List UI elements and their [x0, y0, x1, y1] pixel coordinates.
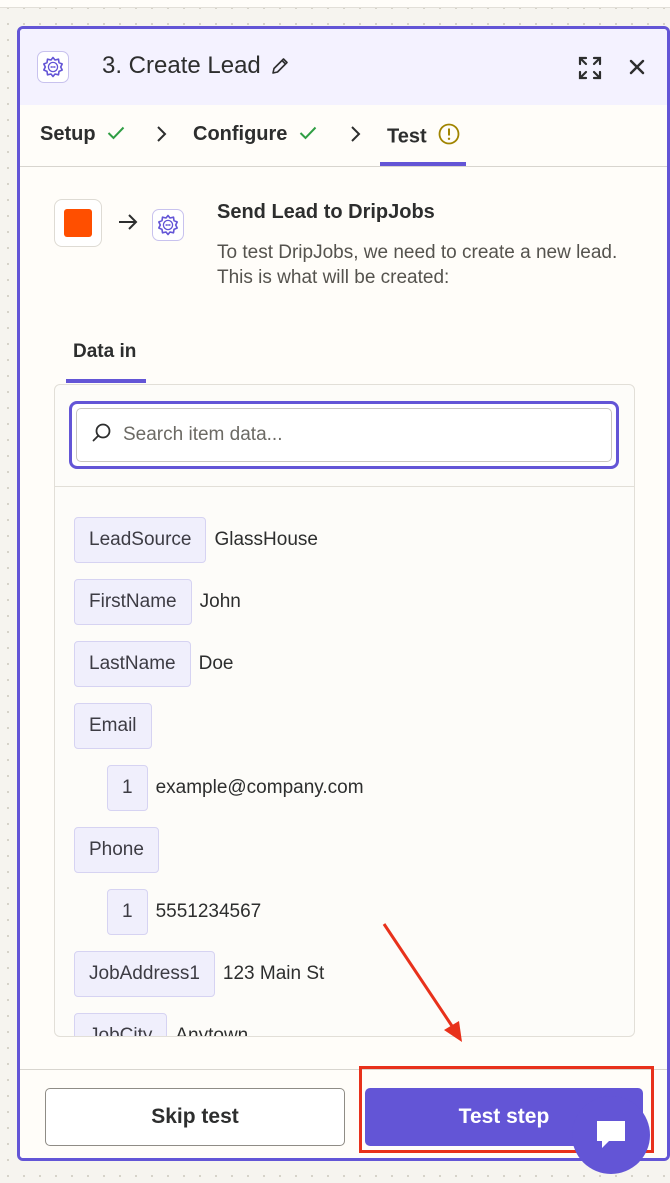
tab-data-in[interactable]: Data in: [73, 341, 136, 363]
field-key-chip[interactable]: JobAddress1: [74, 951, 215, 997]
search-box: [69, 401, 619, 469]
field-value: Doe: [198, 653, 234, 674]
field-value: GlassHouse: [214, 529, 318, 550]
pencil-icon[interactable]: [270, 56, 290, 81]
field-key-chip[interactable]: Email: [74, 703, 152, 749]
active-tab-indicator: [380, 162, 466, 166]
warning-icon: [438, 123, 460, 151]
tab-setup[interactable]: Setup: [40, 123, 125, 146]
close-icon[interactable]: [625, 55, 649, 84]
data-in-panel: LeadSource GlassHouse FirstName John Las…: [54, 384, 635, 1037]
zapier-app-logo: [54, 199, 102, 247]
search-icon: [91, 422, 113, 449]
field-value: Anytown: [175, 1025, 249, 1037]
tab-label: Test: [387, 125, 427, 148]
step-panel: 3. Create Lead Setup Configure Test Send…: [17, 26, 670, 1161]
field-key-chip[interactable]: LeadSource: [74, 517, 207, 563]
data-row: LeadSource GlassHouse: [74, 517, 318, 563]
field-index-chip[interactable]: 1: [107, 889, 148, 935]
data-row: Phone: [74, 827, 167, 873]
dripjobs-logo-icon: [152, 209, 184, 241]
field-key-chip[interactable]: FirstName: [74, 579, 192, 625]
intro-title: Send Lead to DripJobs: [217, 201, 435, 223]
check-icon: [107, 123, 125, 146]
top-strip: [0, 0, 670, 8]
tab-label: Configure: [193, 123, 288, 145]
skip-test-button[interactable]: Skip test: [45, 1088, 345, 1146]
data-row: Email: [74, 703, 160, 749]
field-key-chip[interactable]: JobCity: [74, 1013, 168, 1036]
field-value: John: [199, 591, 241, 612]
search-input[interactable]: [123, 424, 583, 446]
check-icon: [299, 123, 317, 146]
data-row: 1 example@company.com: [107, 765, 364, 811]
field-index-chip[interactable]: 1: [107, 765, 148, 811]
data-row: 1 5551234567: [107, 889, 261, 935]
app-logo-icon: [37, 51, 69, 83]
data-in-tab-indicator: [66, 379, 146, 383]
divider: [55, 486, 634, 487]
chat-icon[interactable]: [572, 1096, 650, 1174]
field-value: 123 Main St: [222, 963, 325, 984]
search-field: [76, 408, 612, 462]
field-value: example@company.com: [155, 777, 364, 798]
step-tabs: Setup Configure Test: [20, 105, 667, 167]
expand-icon[interactable]: [577, 55, 603, 86]
arrow-right-icon: [119, 214, 138, 230]
intro-description: To test DripJobs, we need to create a ne…: [217, 242, 618, 288]
tab-label: Setup: [40, 123, 96, 145]
field-value: 5551234567: [155, 901, 262, 922]
field-key-chip[interactable]: Phone: [74, 827, 159, 873]
tab-configure[interactable]: Configure: [193, 123, 317, 146]
field-key-chip[interactable]: LastName: [74, 641, 191, 687]
step-title[interactable]: 3. Create Lead: [102, 52, 261, 80]
panel-header: 3. Create Lead: [20, 29, 667, 105]
chevron-right-icon: [351, 126, 361, 142]
data-row: JobCity Anytown: [74, 1013, 249, 1037]
data-row: LastName Doe: [74, 641, 233, 687]
orange-square-icon: [64, 209, 92, 237]
chevron-right-icon: [157, 126, 167, 142]
data-row: JobAddress1 123 Main St: [74, 951, 324, 997]
data-row: FirstName John: [74, 579, 241, 625]
tab-test[interactable]: Test: [387, 123, 460, 151]
